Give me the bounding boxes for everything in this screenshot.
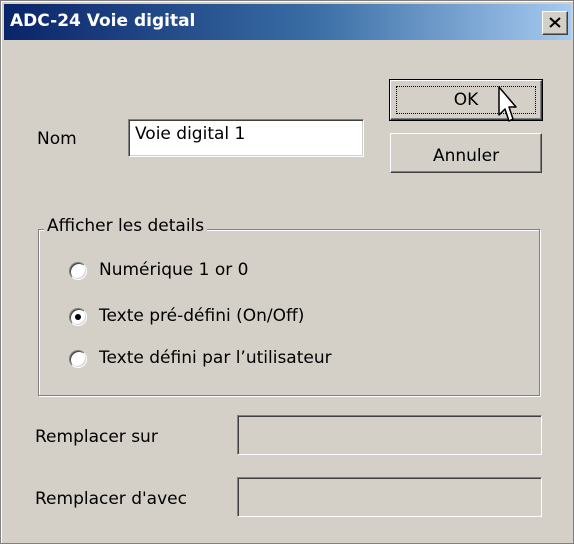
- name-input[interactable]: [135, 124, 355, 144]
- radio-selected-dot: [75, 314, 81, 320]
- window-title: ADC-24 Voie digital: [10, 11, 196, 31]
- dialog-window: ADC-24 Voie digital OK Annuler Nom Affic…: [0, 0, 574, 544]
- name-field[interactable]: [128, 119, 364, 157]
- replace-on-field[interactable]: [237, 415, 542, 455]
- cancel-button-label: Annuler: [432, 146, 500, 166]
- radio-numeric-label: Numérique 1 or 0: [99, 260, 249, 280]
- title-bar[interactable]: ADC-24 Voie digital: [4, 4, 571, 40]
- close-icon: [549, 17, 561, 28]
- radio-user-circle[interactable]: [69, 350, 87, 368]
- close-button[interactable]: [542, 11, 568, 35]
- replace-with-label: Remplacer d'avec: [35, 489, 187, 509]
- ok-button-label: OK: [453, 90, 479, 110]
- replace-on-label: Remplacer sur: [35, 427, 158, 447]
- radio-numeric[interactable]: Numérique 1 or 0: [69, 260, 309, 282]
- radio-user-text[interactable]: Texte défini par l’utilisateur: [69, 348, 399, 370]
- radio-predefined-text[interactable]: Texte pré-défini (On/Off): [69, 306, 369, 328]
- replace-with-field[interactable]: [237, 477, 542, 517]
- name-label: Nom: [37, 129, 77, 149]
- cancel-button[interactable]: Annuler: [390, 133, 542, 173]
- radio-user-label: Texte défini par l’utilisateur: [99, 348, 332, 368]
- ok-button[interactable]: OK: [389, 79, 543, 121]
- details-group-legend: Afficher les details: [44, 216, 208, 236]
- arrow-cursor-icon: [498, 86, 517, 122]
- radio-numeric-circle[interactable]: [69, 262, 87, 280]
- radio-predefined-label: Texte pré-défini (On/Off): [99, 306, 305, 326]
- radio-predefined-circle[interactable]: [69, 308, 87, 326]
